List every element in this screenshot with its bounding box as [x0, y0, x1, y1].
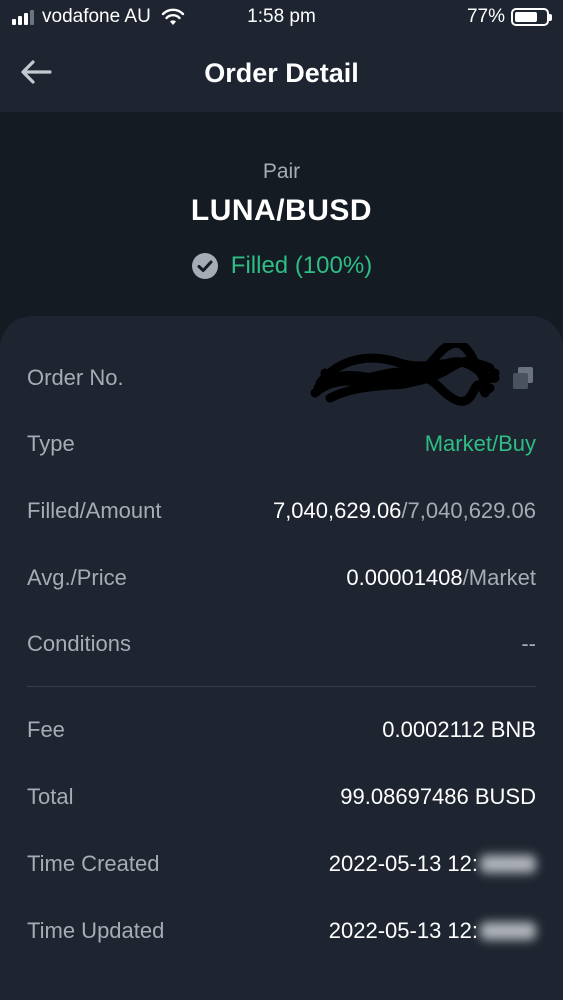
conditions-value: -- [521, 631, 536, 656]
time-created-text: 2022-05-13 12: [328, 851, 478, 876]
time-created-label: Time Created [27, 851, 160, 876]
conditions-label: Conditions [27, 631, 131, 656]
detail-row-total: Total 99.08697486 BUSD [27, 777, 536, 817]
redaction-blur [480, 855, 536, 873]
status-bar-right: 77% [466, 6, 552, 28]
detail-row-fee: Fee 0.0002112 BNB [27, 710, 536, 750]
time-updated-label: Time Updated [27, 918, 165, 943]
time-updated-value: 2022-05-13 12: [329, 918, 536, 944]
divider [27, 686, 536, 687]
order-no-label: Order No. [27, 365, 124, 390]
price-value: /Market [462, 565, 536, 590]
battery-icon [511, 8, 552, 26]
battery-level [515, 12, 538, 22]
total-label: Total [27, 784, 74, 809]
fee-value: 0.0002112 BNB [382, 717, 536, 742]
detail-row-time-created: Time Created 2022-05-13 12: [27, 844, 536, 884]
avg-price-value: 0.00001408/Market [346, 565, 536, 591]
order-no-value [310, 343, 536, 413]
battery-percent: 77% [466, 6, 505, 27]
detail-row-type: Type Market/Buy [27, 424, 536, 464]
filled-amount-value: 7,040,629.06/7,040,629.06 [273, 498, 536, 524]
redaction-scribble [310, 343, 500, 406]
check-circle-icon [191, 253, 218, 279]
pair-label: Pair [262, 160, 301, 183]
detail-row-avg-price: Avg./Price 0.00001408/Market [27, 558, 536, 598]
order-details-card: Order No. Type Market/Buy Filled/Amount … [0, 316, 563, 1000]
pair-value: LUNA/BUSD [190, 194, 373, 227]
time-updated-text: 2022-05-13 12: [328, 918, 478, 943]
total-value: 99.08697486 BUSD [340, 784, 536, 809]
order-status: Filled (100%) [0, 252, 563, 280]
type-label: Type [27, 431, 75, 456]
detail-row-filled-amount: Filled/Amount 7,040,629.06/7,040,629.06 [27, 491, 536, 531]
avg-value: 0.00001408 [346, 565, 463, 590]
amount-value: /7,040,629.06 [401, 498, 536, 523]
status-text: Filled (100%) [230, 252, 373, 279]
status-bar: vodafone AU 1:58 pm 77% [0, 0, 563, 38]
fee-label: Fee [27, 717, 65, 742]
time-created-value: 2022-05-13 12: [329, 851, 536, 877]
nav-bar: Order Detail [0, 38, 563, 112]
filled-amount-label: Filled/Amount [27, 498, 162, 523]
redaction-blur [480, 922, 536, 940]
filled-value: 7,040,629.06 [272, 498, 402, 523]
page-title: Order Detail [204, 58, 359, 88]
detail-row-conditions: Conditions -- [27, 624, 536, 664]
detail-row-order-no: Order No. [27, 343, 536, 406]
type-value: Market/Buy [424, 431, 536, 456]
copy-icon[interactable] [510, 365, 536, 391]
avg-price-label: Avg./Price [27, 565, 127, 590]
detail-row-time-updated: Time Updated 2022-05-13 12: [27, 911, 536, 951]
